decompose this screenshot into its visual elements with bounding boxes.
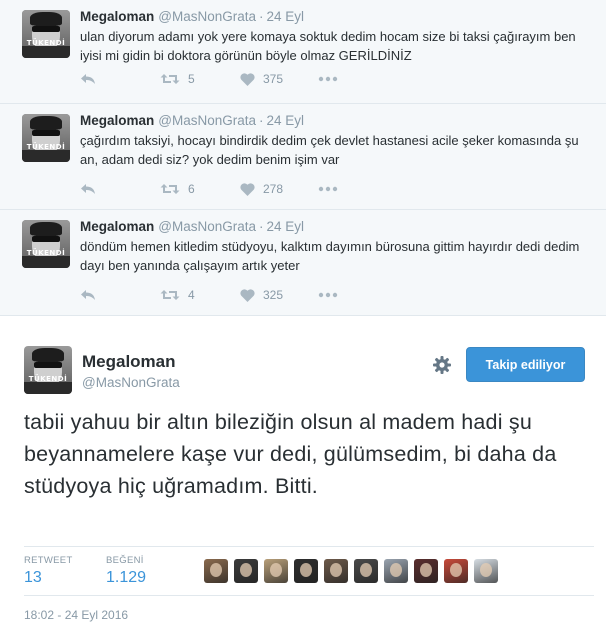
author-handle[interactable]: @MasNonGrata bbox=[158, 9, 256, 24]
retweet-button[interactable]: 5 bbox=[160, 72, 240, 86]
liker-avatar[interactable] bbox=[264, 559, 288, 583]
like-button[interactable]: 325 bbox=[240, 288, 318, 302]
avatar[interactable]: TÜKENDİ bbox=[22, 220, 70, 268]
liker-avatar[interactable] bbox=[384, 559, 408, 583]
avatar-label: TÜKENDİ bbox=[28, 375, 68, 383]
author-name[interactable]: Megaloman bbox=[80, 113, 154, 128]
liker-avatar[interactable] bbox=[444, 559, 468, 583]
heart-icon bbox=[240, 288, 255, 302]
more-button[interactable] bbox=[318, 186, 338, 192]
author-handle[interactable]: @MasNonGrata bbox=[82, 375, 180, 390]
retweet-stat-count: 13 bbox=[24, 569, 42, 586]
like-stat[interactable]: BEĞENİ 1.129 bbox=[106, 555, 146, 587]
avatar-label: TÜKENDİ bbox=[26, 249, 66, 257]
tweet-date[interactable]: 24 Eyl bbox=[267, 219, 305, 234]
reply-button[interactable] bbox=[80, 289, 160, 301]
avatar-label: TÜKENDİ bbox=[26, 39, 66, 47]
tweet[interactable]: TÜKENDİ Megaloman @MasNonGrata · 24 Eyl çağ… bbox=[0, 104, 606, 210]
retweet-count: 5 bbox=[188, 72, 195, 86]
gear-icon[interactable] bbox=[432, 355, 452, 380]
tweet-stats: RETWEET 13 BEĞENİ 1.129 bbox=[24, 546, 594, 596]
reply-button[interactable] bbox=[80, 183, 160, 195]
author-handle[interactable]: @MasNonGrata bbox=[158, 219, 256, 234]
tweet-text: tabii yahuu bir altın bileziğin olsun al… bbox=[24, 410, 557, 498]
liker-avatar[interactable] bbox=[234, 559, 258, 583]
tweet-date[interactable]: 24 Eyl bbox=[267, 113, 305, 128]
author-name[interactable]: Megaloman bbox=[80, 9, 154, 24]
heart-icon bbox=[240, 182, 255, 196]
more-button[interactable] bbox=[318, 292, 338, 298]
liker-avatar[interactable] bbox=[354, 559, 378, 583]
more-icon bbox=[318, 292, 338, 298]
retweet-button[interactable]: 6 bbox=[160, 182, 240, 196]
retweet-stat[interactable]: RETWEET 13 bbox=[24, 555, 73, 587]
more-icon bbox=[318, 186, 338, 192]
tweet-date[interactable]: 24 Eyl bbox=[267, 9, 305, 24]
avatar[interactable]: TÜKENDİ bbox=[24, 346, 72, 394]
author-name[interactable]: Megaloman bbox=[82, 352, 176, 372]
more-button[interactable] bbox=[318, 76, 338, 82]
retweet-count: 6 bbox=[188, 182, 195, 196]
avatar[interactable]: TÜKENDİ bbox=[22, 10, 70, 58]
retweet-icon bbox=[160, 74, 180, 84]
retweet-button[interactable]: 4 bbox=[160, 288, 240, 302]
retweet-count: 4 bbox=[188, 288, 195, 302]
reply-icon bbox=[81, 184, 95, 194]
reply-icon bbox=[81, 74, 95, 84]
author-name[interactable]: Megaloman bbox=[80, 219, 154, 234]
liker-avatar[interactable] bbox=[414, 559, 438, 583]
like-button[interactable]: 375 bbox=[240, 72, 318, 86]
retweet-stat-label: RETWEET bbox=[24, 555, 73, 566]
separator-dot: · bbox=[259, 113, 264, 128]
liker-avatar[interactable] bbox=[324, 559, 348, 583]
separator-dot: · bbox=[259, 219, 264, 234]
tweet[interactable]: TÜKENDİ Megaloman @MasNonGrata · 24 Eyl ula… bbox=[0, 0, 606, 104]
retweet-icon bbox=[160, 184, 180, 194]
avatar[interactable]: TÜKENDİ bbox=[22, 114, 70, 162]
liker-avatars bbox=[204, 559, 504, 583]
liker-avatar[interactable] bbox=[204, 559, 228, 583]
author-handle[interactable]: @MasNonGrata bbox=[158, 113, 256, 128]
retweet-icon bbox=[160, 290, 180, 300]
reply-icon bbox=[81, 290, 95, 300]
avatar-label: TÜKENDİ bbox=[26, 143, 66, 151]
like-count: 325 bbox=[263, 288, 284, 302]
like-stat-label: BEĞENİ bbox=[106, 555, 144, 566]
reply-button[interactable] bbox=[80, 73, 160, 85]
liker-avatar[interactable] bbox=[474, 559, 498, 583]
liker-avatar[interactable] bbox=[294, 559, 318, 583]
tweet-timestamp[interactable]: 18:02 - 24 Eyl 2016 bbox=[24, 608, 128, 622]
heart-icon bbox=[240, 72, 255, 86]
like-count: 375 bbox=[263, 72, 284, 86]
tweet[interactable]: TÜKENDİ Megaloman @MasNonGrata · 24 Eyl dön… bbox=[0, 210, 606, 316]
expanded-tweet: TÜKENDİ Megaloman @MasNonGrata Takip edi… bbox=[0, 322, 606, 633]
like-count: 278 bbox=[263, 182, 284, 196]
tweet-text: ulan diyorum adamı yok yere komaya soktu… bbox=[80, 29, 576, 63]
tweet-text: çağırdım taksiyi, hocayı bindirdik dedim… bbox=[80, 133, 579, 167]
tweet-text: döndüm hemen kitledim stüdyoyu, kalktım … bbox=[80, 239, 580, 273]
like-button[interactable]: 278 bbox=[240, 182, 318, 196]
following-button[interactable]: Takip ediliyor bbox=[466, 347, 585, 382]
like-stat-count: 1.129 bbox=[106, 569, 147, 586]
more-icon bbox=[318, 76, 338, 82]
separator-dot: · bbox=[259, 9, 264, 24]
